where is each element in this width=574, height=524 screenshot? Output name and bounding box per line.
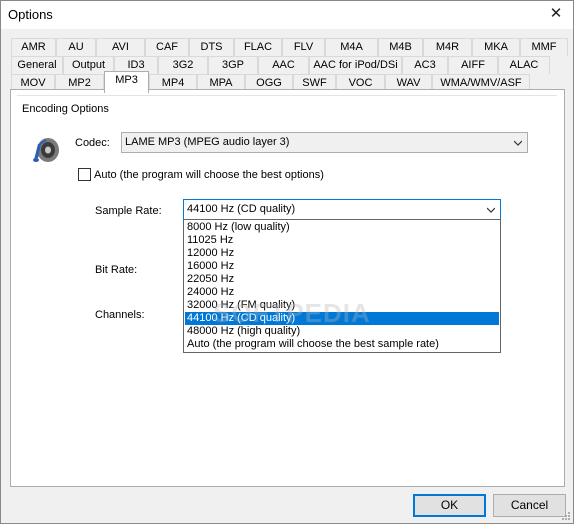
auto-checkbox[interactable]: [78, 168, 91, 181]
tab-m4a[interactable]: M4A: [325, 38, 378, 56]
speaker-icon: [33, 138, 59, 162]
tab-mp3[interactable]: MP3: [104, 71, 149, 93]
tab-alac[interactable]: ALAC: [498, 56, 550, 74]
window-title: Options: [8, 7, 53, 22]
group-divider: [17, 95, 557, 96]
sample-rate-option[interactable]: Auto (the program will choose the best s…: [185, 338, 499, 351]
codec-select[interactable]: LAME MP3 (MPEG audio layer 3): [121, 132, 528, 153]
sample-rate-option[interactable]: 11025 Hz: [185, 234, 499, 247]
auto-label: Auto (the program will choose the best o…: [94, 169, 324, 181]
mp3-options-panel: Encoding Options Codec: LAME MP3 (MPEG a…: [10, 89, 565, 487]
sample-rate-option[interactable]: 24000 Hz: [185, 286, 499, 299]
tab-3g2[interactable]: 3G2: [158, 56, 208, 74]
tab-ac3[interactable]: AC3: [402, 56, 448, 74]
bit-rate-label: Bit Rate:: [95, 264, 138, 276]
sample-rate-option[interactable]: 48000 Hz (high quality): [185, 325, 499, 338]
tab-general[interactable]: General: [11, 56, 63, 74]
tab-mmf[interactable]: MMF: [520, 38, 568, 56]
sample-rate-select[interactable]: 44100 Hz (CD quality): [183, 199, 501, 220]
chevron-down-icon: [487, 207, 495, 213]
sample-rate-option[interactable]: 32000 Hz (FM quality): [185, 299, 499, 312]
sample-rate-dropdown-list: 8000 Hz (low quality) 11025 Hz 12000 Hz 160…: [183, 219, 501, 353]
sample-rate-option[interactable]: 12000 Hz: [185, 247, 499, 260]
tab-aiff[interactable]: AIFF: [448, 56, 498, 74]
channels-label: Channels:: [95, 309, 145, 321]
encoding-options-label: Encoding Options: [22, 103, 112, 115]
tab-3gp[interactable]: 3GP: [208, 56, 258, 74]
tab-m4b[interactable]: M4B: [378, 38, 423, 56]
tab-flac[interactable]: FLAC: [234, 38, 282, 56]
tab-aac-for-ipod-dsi[interactable]: AAC for iPod/DSi: [309, 56, 402, 74]
chevron-down-icon: [514, 140, 522, 146]
tab-caf[interactable]: CAF: [145, 38, 189, 56]
codec-label: Codec:: [75, 137, 110, 149]
tab-amr[interactable]: AMR: [11, 38, 56, 56]
title-bar: Options ✕: [1, 1, 573, 29]
sample-rate-label: Sample Rate:: [95, 205, 162, 217]
sample-rate-option[interactable]: 16000 Hz: [185, 260, 499, 273]
tab-au[interactable]: AU: [56, 38, 96, 56]
tab-dts[interactable]: DTS: [189, 38, 234, 56]
tab-mka[interactable]: MKA: [472, 38, 520, 56]
sample-rate-value: 44100 Hz (CD quality): [187, 203, 296, 215]
cancel-button[interactable]: Cancel: [493, 494, 566, 517]
codec-value: LAME MP3 (MPEG audio layer 3): [125, 136, 290, 148]
tab-m4r[interactable]: M4R: [423, 38, 472, 56]
sample-rate-option[interactable]: 8000 Hz (low quality): [185, 221, 499, 234]
tab-flv[interactable]: FLV: [282, 38, 325, 56]
resize-grip-icon[interactable]: [561, 511, 571, 521]
sample-rate-option[interactable]: 22050 Hz: [185, 273, 499, 286]
tab-aac[interactable]: AAC: [258, 56, 309, 74]
close-icon[interactable]: ✕: [543, 3, 569, 25]
sample-rate-option[interactable]: 44100 Hz (CD quality): [185, 312, 499, 325]
ok-button[interactable]: OK: [413, 494, 486, 517]
tab-avi[interactable]: AVI: [96, 38, 145, 56]
options-window: Options ✕ AMR AU AVI CAF DTS FLAC FLV M4A M4B M4R…: [0, 0, 574, 524]
